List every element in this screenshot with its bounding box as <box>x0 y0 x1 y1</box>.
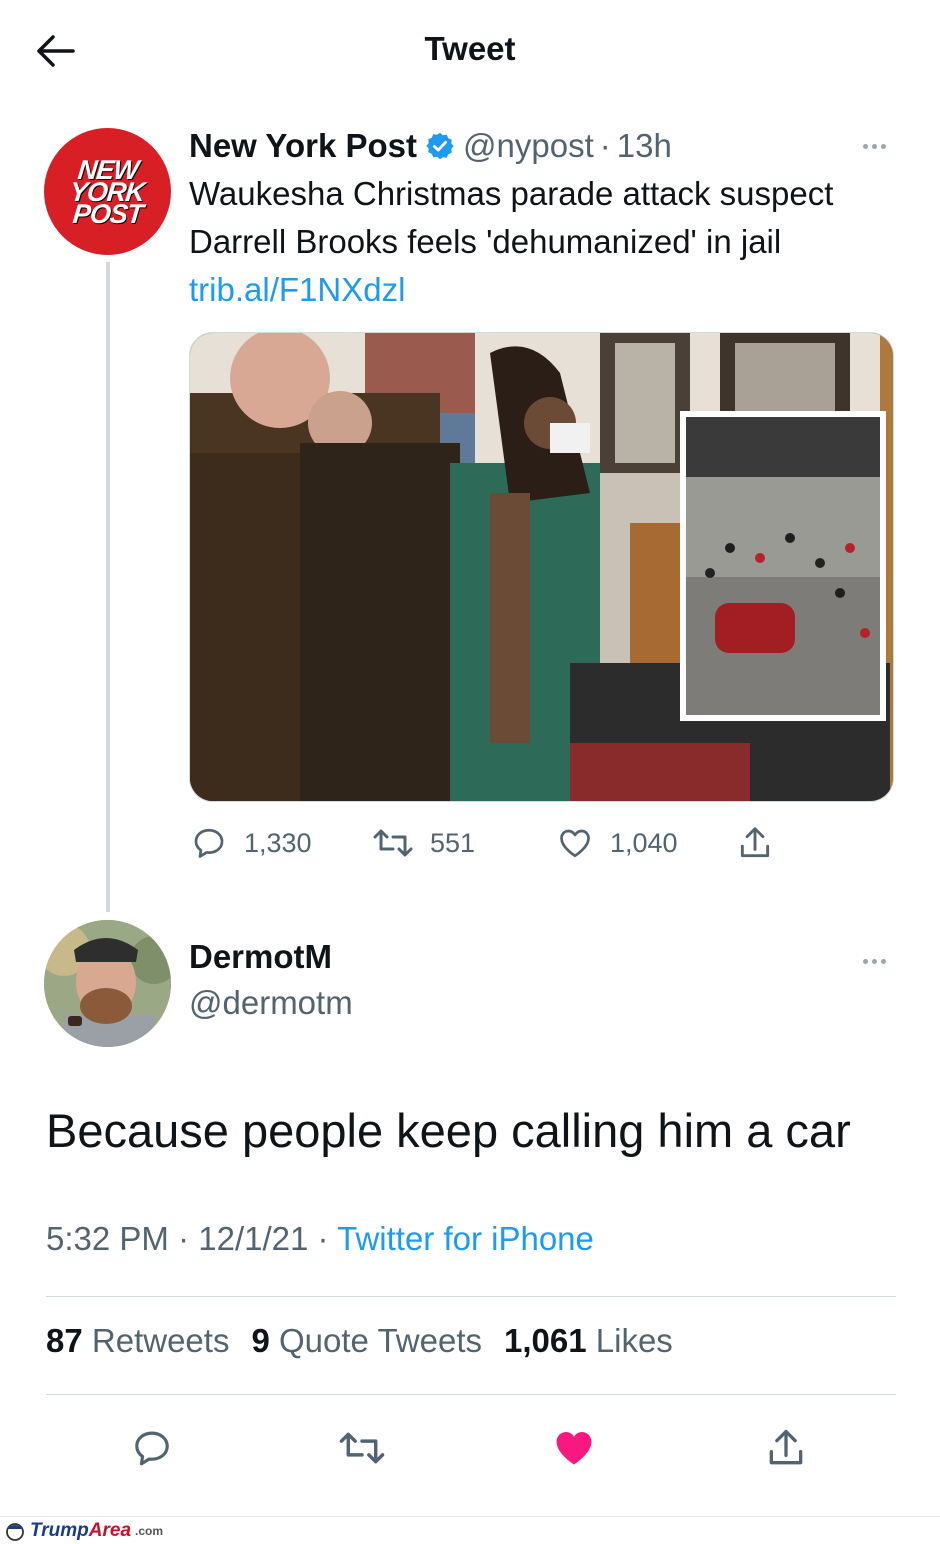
reply-icon <box>194 828 224 858</box>
heart-outline-icon <box>560 829 590 858</box>
divider <box>46 1296 896 1297</box>
brand-part-b: Area <box>88 1520 132 1541</box>
site-brand: TrumpArea <box>30 1520 131 1542</box>
dot <box>880 143 886 149</box>
heart-filled-icon <box>556 1432 592 1465</box>
separator-dot: · <box>317 1220 329 1257</box>
retweets-label: Retweets <box>91 1322 230 1359</box>
separator-dot: · <box>599 127 611 164</box>
separator-dot: · <box>178 1220 190 1257</box>
page-title: Tweet <box>424 30 516 67</box>
tweet-text: Because people keep calling him a car <box>46 1104 851 1157</box>
brand-part-a: Trump <box>30 1520 89 1541</box>
dot <box>871 143 877 149</box>
likes-stat[interactable]: 1,061 Likes <box>504 1322 673 1360</box>
share-icon <box>769 1429 803 1465</box>
verified-badge-icon <box>425 131 455 161</box>
reply-button[interactable] <box>124 1420 180 1476</box>
tweet-source-link[interactable]: Twitter for iPhone <box>337 1220 594 1257</box>
like-button[interactable] <box>546 1420 602 1476</box>
retweets-stat[interactable]: 87 Retweets <box>46 1322 229 1360</box>
dot <box>871 958 877 964</box>
reply-count: 1,330 <box>244 827 312 858</box>
quote-tweets-stat[interactable]: 9 Quote Tweets <box>251 1322 482 1360</box>
watermark-footer: TrumpArea .com <box>0 1516 940 1544</box>
reply-icon <box>135 1431 169 1466</box>
tweet-link[interactable]: trib.al/F1NXdzl <box>189 271 405 308</box>
dot <box>880 958 886 964</box>
author-name[interactable]: DermotM <box>189 938 332 976</box>
like-button[interactable]: 1,040 <box>556 820 678 866</box>
quotes-count: 9 <box>251 1322 270 1359</box>
retweet-button[interactable]: 551 <box>372 820 475 866</box>
avatar-text-line: POST <box>71 198 144 229</box>
thread-line <box>106 262 110 912</box>
quoted-tweet-header: New York Post @nypost · 13h <box>189 124 672 168</box>
tweet-text: Waukesha Christmas parade attack suspect… <box>189 175 834 260</box>
quotes-label: Quote Tweets <box>278 1322 482 1359</box>
tweet-stats: 87 Retweets 9 Quote Tweets 1,061 Likes <box>46 1322 673 1360</box>
dot <box>862 143 868 149</box>
author-name[interactable]: New York Post <box>189 127 417 165</box>
courtroom-photo-image <box>190 333 893 801</box>
divider <box>46 1394 896 1395</box>
tweet-date[interactable]: 12/1/21 <box>198 1220 308 1257</box>
quoted-tweet-text: Waukesha Christmas parade attack suspect… <box>189 170 899 314</box>
more-options-button[interactable] <box>854 951 894 971</box>
face-logo-icon <box>6 1523 24 1541</box>
like-count: 1,040 <box>610 827 678 858</box>
author-handle[interactable]: @dermotm <box>189 984 353 1022</box>
share-button[interactable] <box>736 820 774 866</box>
retweet-button[interactable] <box>334 1420 390 1476</box>
tweet-time[interactable]: 5:32 PM <box>46 1220 169 1257</box>
likes-label: Likes <box>595 1322 673 1359</box>
dot <box>862 958 868 964</box>
more-options-button[interactable] <box>854 136 894 156</box>
reply-button[interactable]: 1,330 <box>190 820 312 866</box>
tweet-meta: 5:32 PM · 12/1/21 · Twitter for iPhone <box>46 1220 594 1258</box>
site-domain: .com <box>135 1524 164 1538</box>
retweets-count: 87 <box>46 1322 83 1359</box>
share-icon <box>740 827 770 858</box>
retweet-count: 551 <box>430 827 476 858</box>
tweet-time[interactable]: 13h <box>617 127 672 165</box>
retweet-icon <box>373 829 413 857</box>
share-button[interactable] <box>758 1420 814 1476</box>
tweet-photo[interactable] <box>189 332 894 802</box>
site-logo[interactable]: TrumpArea .com <box>4 1520 163 1542</box>
nypost-avatar[interactable]: NEW YORK POST <box>44 128 171 255</box>
retweet-icon <box>339 1432 385 1464</box>
dermotm-avatar[interactable] <box>44 920 171 1047</box>
author-handle[interactable]: @nypost <box>463 127 594 165</box>
profile-photo-image <box>44 920 171 1047</box>
likes-count: 1,061 <box>504 1322 587 1359</box>
header: Tweet <box>0 0 940 100</box>
